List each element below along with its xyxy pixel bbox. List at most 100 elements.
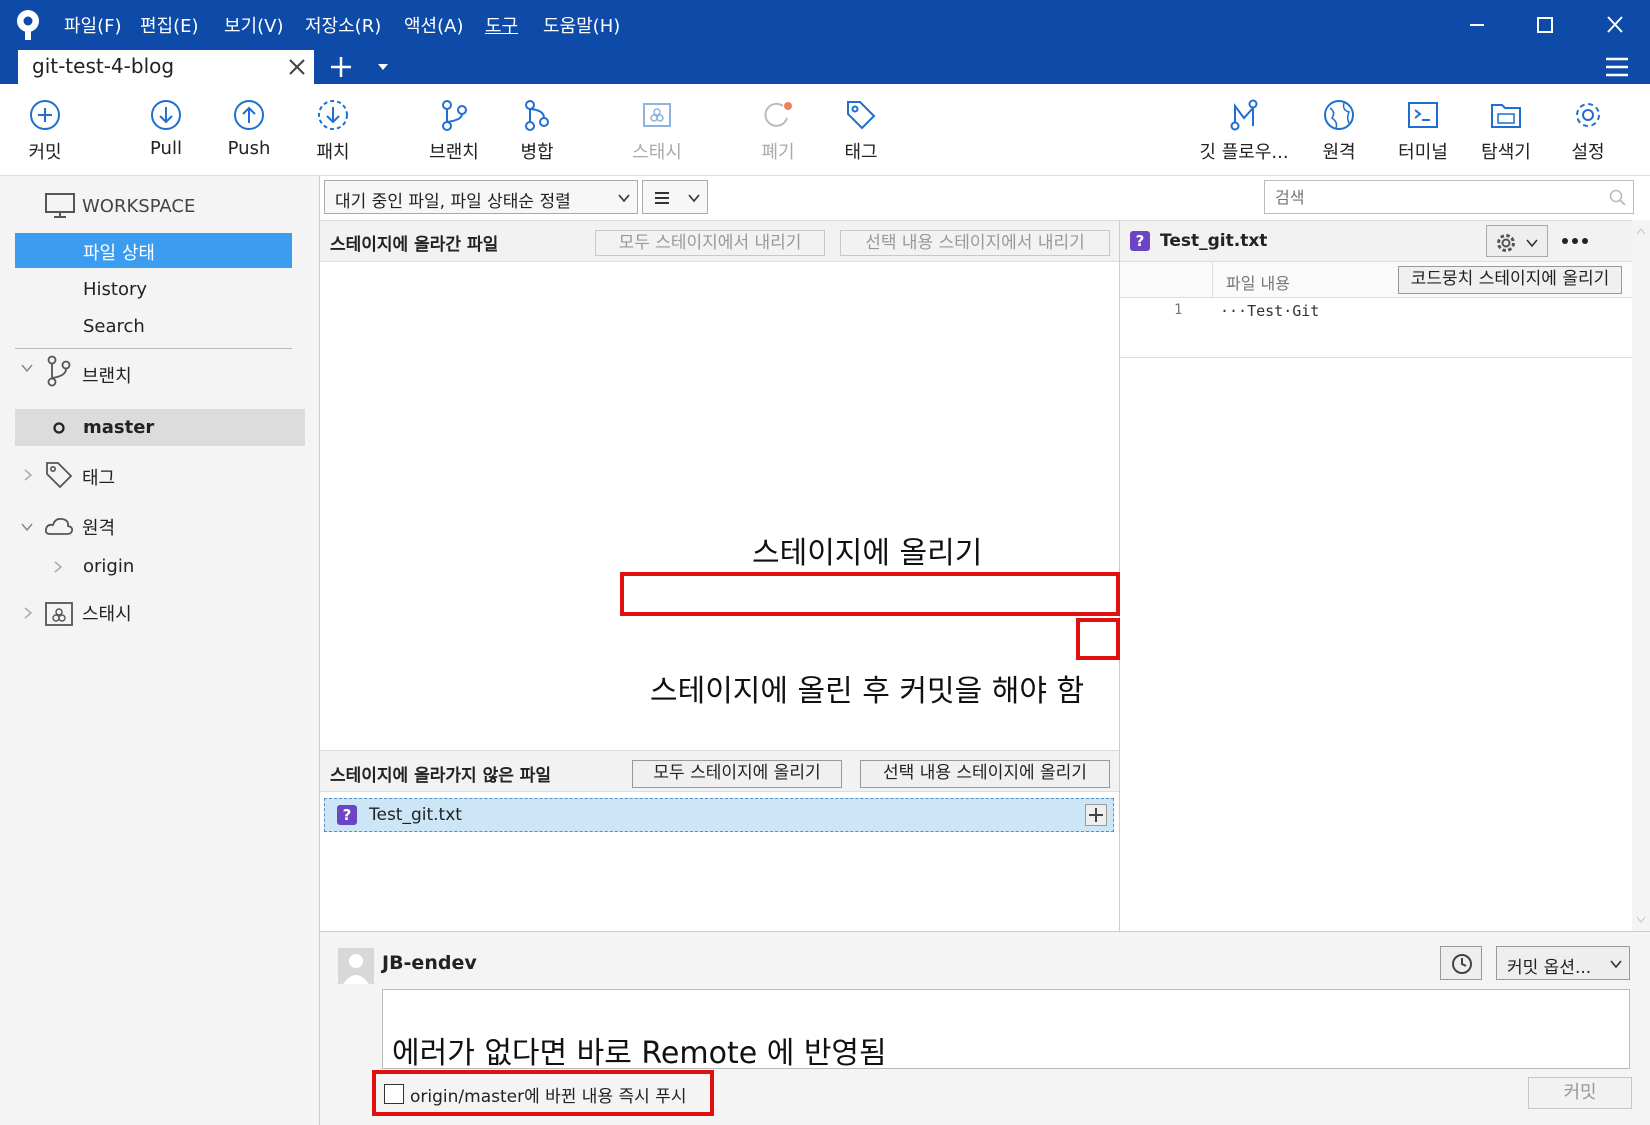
stash-icon bbox=[44, 601, 74, 627]
settings-label: 설정 bbox=[1571, 142, 1605, 163]
sidebar-divider bbox=[15, 348, 292, 349]
stash-label: 스태시 bbox=[632, 142, 682, 163]
merge-button[interactable]: 병합 bbox=[492, 84, 582, 176]
diff-scrollbar[interactable] bbox=[1632, 220, 1650, 931]
unstaged-file-row[interactable]: ? Test_git.txt bbox=[324, 798, 1114, 832]
push-button[interactable]: Push bbox=[204, 84, 294, 176]
sidebar-section-stashes[interactable]: 스태시 bbox=[82, 600, 132, 626]
cloud-icon bbox=[44, 514, 74, 538]
commit-author: JB-endev bbox=[382, 952, 477, 974]
sidebar-item-master[interactable]: master bbox=[15, 409, 305, 446]
sort-select[interactable]: 대기 중인 파일, 파일 상태순 정렬 bbox=[324, 180, 638, 214]
git-flow-button[interactable]: 깃 플로우... bbox=[1194, 84, 1294, 176]
unstage-selected-button[interactable]: 선택 내용 스테이지에서 내리기 bbox=[840, 230, 1110, 256]
stash-button[interactable]: 스태시 bbox=[612, 84, 702, 176]
new-tab-plus-icon[interactable] bbox=[328, 54, 354, 80]
tab-close-icon[interactable] bbox=[288, 58, 306, 76]
diff-line-text: ···Test·Git bbox=[1220, 302, 1320, 320]
tags-chevron-right-icon[interactable] bbox=[22, 468, 34, 482]
globe-icon bbox=[1324, 100, 1354, 130]
menu-tools[interactable]: 도구 bbox=[485, 12, 518, 38]
repo-tab[interactable]: git-test-4-blog bbox=[18, 50, 314, 84]
title-bar: 파일(F) 편집(E) 보기(V) 저장소(R) 액션(A) 도구 도움말(H) bbox=[0, 0, 1650, 50]
commit-plus-icon bbox=[30, 100, 60, 130]
tab-dropdown-chevron-down-icon[interactable] bbox=[376, 62, 390, 72]
discard-button[interactable]: 폐기 bbox=[733, 84, 823, 176]
commit-options-select[interactable]: 커밋 옵션... bbox=[1496, 946, 1630, 980]
pull-label: Pull bbox=[150, 138, 182, 159]
unstage-all-button[interactable]: 모두 스테이지에서 내리기 bbox=[595, 230, 825, 256]
stage-hunk-button[interactable]: 코드뭉치 스테이지에 올리기 bbox=[1398, 266, 1622, 294]
branch-button[interactable]: 브랜치 bbox=[409, 84, 499, 176]
minimize-icon[interactable] bbox=[1462, 12, 1492, 38]
sidebar-section-tags[interactable]: 태그 bbox=[82, 464, 115, 490]
staged-title: 스테이지에 올라간 파일 bbox=[330, 235, 499, 255]
diff-gear-icon bbox=[1495, 232, 1517, 254]
terminal-button[interactable]: 터미널 bbox=[1378, 84, 1468, 176]
unstaged-file-name: Test_git.txt bbox=[369, 805, 462, 825]
menu-actions[interactable]: 액션(A) bbox=[404, 12, 463, 38]
tag-icon bbox=[44, 460, 74, 490]
sort-select-value: 대기 중인 파일, 파일 상태순 정렬 bbox=[335, 192, 571, 212]
stage-buttons-highlight-box bbox=[620, 572, 1120, 616]
close-icon[interactable] bbox=[1600, 12, 1630, 38]
sidebar-item-search[interactable]: Search bbox=[83, 316, 145, 337]
search-box[interactable] bbox=[1264, 180, 1634, 214]
discard-icon bbox=[764, 102, 792, 127]
unstaged-title: 스테이지에 올라가지 않은 파일 bbox=[330, 766, 552, 786]
menu-help[interactable]: 도움말(H) bbox=[543, 12, 620, 38]
annotation-after-stage: 스테이지에 올린 후 커밋을 해야 함 bbox=[650, 674, 1085, 709]
stage-all-button[interactable]: 모두 스테이지에 올리기 bbox=[632, 760, 842, 788]
menu-repository[interactable]: 저장소(R) bbox=[305, 12, 381, 38]
merge-icon bbox=[525, 100, 549, 131]
file-status-label: 파일 상태 bbox=[83, 243, 155, 264]
list-view-icon bbox=[653, 190, 671, 206]
push-arrow-up-icon bbox=[234, 100, 264, 130]
clock-icon bbox=[1451, 953, 1473, 975]
view-mode-select[interactable] bbox=[642, 180, 708, 214]
sidebar-item-history[interactable]: History bbox=[83, 279, 147, 300]
sidebar-section-branches[interactable]: 브랜치 bbox=[82, 362, 132, 388]
explorer-button[interactable]: 탐색기 bbox=[1461, 84, 1551, 176]
unstaged-header: 스테이지에 올라가지 않은 파일 모두 스테이지에 올리기 선택 내용 스테이지… bbox=[320, 750, 1119, 792]
staged-header: 스테이지에 올라간 파일 모두 스테이지에서 내리기 선택 내용 스테이지에서 … bbox=[320, 220, 1119, 262]
current-branch-circle-icon bbox=[52, 421, 66, 435]
menu-edit[interactable]: 편집(E) bbox=[140, 12, 199, 38]
push-label: Push bbox=[227, 138, 271, 159]
pull-button[interactable]: Pull bbox=[121, 84, 211, 176]
patch-label: 패치 bbox=[316, 142, 350, 163]
terminal-icon bbox=[1408, 102, 1438, 128]
stage-selected-button[interactable]: 선택 내용 스테이지에 올리기 bbox=[860, 760, 1110, 788]
tag-button[interactable]: 태그 bbox=[816, 84, 906, 176]
branch-label: 브랜치 bbox=[429, 142, 479, 163]
maximize-icon[interactable] bbox=[1530, 12, 1560, 38]
search-input[interactable] bbox=[1265, 181, 1595, 213]
diff-settings-button[interactable] bbox=[1486, 225, 1548, 257]
avatar bbox=[338, 948, 374, 984]
menu-view[interactable]: 보기(V) bbox=[224, 12, 283, 38]
commit-button[interactable]: 커밋 bbox=[0, 84, 90, 176]
remotes-chevron-down-icon[interactable] bbox=[20, 521, 34, 533]
merge-label: 병합 bbox=[520, 142, 554, 163]
branches-chevron-down-icon[interactable] bbox=[20, 362, 34, 374]
origin-chevron-right-icon[interactable] bbox=[52, 560, 64, 574]
search-icon bbox=[1609, 189, 1627, 207]
commit-submit-button[interactable]: 커밋 bbox=[1528, 1077, 1632, 1109]
sidebar-section-remotes[interactable]: 원격 bbox=[82, 514, 115, 540]
stashes-chevron-right-icon[interactable] bbox=[22, 606, 34, 620]
sidebar-item-origin[interactable]: origin bbox=[83, 556, 134, 577]
menu-file[interactable]: 파일(F) bbox=[64, 12, 122, 38]
branch-icon bbox=[44, 354, 72, 388]
commit-history-button[interactable] bbox=[1440, 946, 1482, 980]
hamburger-menu-icon[interactable] bbox=[1604, 56, 1630, 78]
remote-button[interactable]: 원격 bbox=[1294, 84, 1384, 176]
commit-options-chevron-down-icon bbox=[1609, 959, 1623, 969]
tag-label: 태그 bbox=[844, 142, 878, 163]
more-options-icon[interactable] bbox=[1560, 233, 1590, 249]
stage-file-plus-icon[interactable] bbox=[1085, 804, 1107, 826]
settings-button[interactable]: 설정 bbox=[1543, 84, 1633, 176]
patch-button[interactable]: 패치 bbox=[288, 84, 378, 176]
toolbar: 커밋 Pull Push 패치 브랜치 병합 스태시 폐기 태그 깃 플로우..… bbox=[0, 84, 1650, 176]
git-flow-label: 깃 플로우... bbox=[1199, 142, 1289, 163]
sidebar-item-file-status[interactable]: 파일 상태 bbox=[15, 233, 292, 268]
